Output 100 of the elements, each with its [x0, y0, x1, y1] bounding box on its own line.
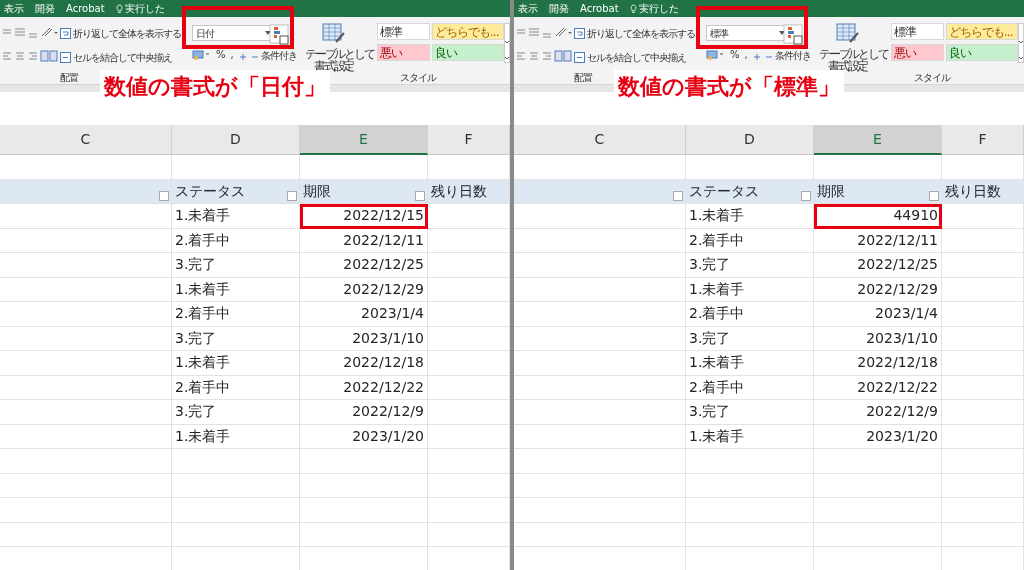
lightbulb-icon[interactable] [115, 3, 123, 14]
filter-button[interactable] [415, 191, 425, 201]
table-cell: 2022/12/29 [300, 277, 428, 302]
table-cell: 1.未着手 [686, 204, 814, 229]
table-cell: 1.未着手 [172, 424, 300, 449]
table-cell: 2022/12/25 [814, 253, 942, 278]
table-cell: 1.未着手 [686, 424, 814, 449]
conditional-format-icon[interactable] [268, 23, 290, 45]
table-cell: 2023/1/20 [814, 424, 942, 449]
number-format-dropdown[interactable]: 日付 [192, 25, 272, 41]
column-header[interactable]: E [300, 125, 428, 155]
orientation-icon[interactable] [554, 26, 572, 38]
merge-label[interactable]: セルを結合して中央揃え [73, 50, 172, 65]
percent-style-button[interactable]: % [730, 47, 739, 62]
column-header[interactable]: E [814, 125, 942, 155]
percent-style-button[interactable]: % [216, 47, 225, 62]
scroll-arrows-icon[interactable] [1018, 23, 1024, 63]
table-cell: 1.未着手 [172, 277, 300, 302]
merge-label[interactable]: セルを結合して中央揃え [587, 50, 686, 65]
indent-icon[interactable] [40, 50, 58, 62]
column-header[interactable]: D [172, 125, 300, 155]
menu-tab[interactable]: Acrobat [66, 1, 105, 16]
conditional-format-label[interactable]: 条件付き [775, 48, 811, 63]
table-cell: 3.完了 [686, 253, 814, 278]
table-cell: 2022/12/18 [814, 351, 942, 376]
indent-icon[interactable] [554, 50, 572, 62]
table-header: ステータス [175, 181, 245, 201]
conditional-format-icon[interactable] [782, 23, 804, 45]
table-cell: 2022/12/29 [814, 277, 942, 302]
merge-cells-icon[interactable] [574, 52, 585, 63]
table-cell: 3.完了 [172, 400, 300, 425]
conditional-format-label[interactable]: 条件付き [261, 48, 297, 63]
table-cell: 2022/12/18 [300, 351, 428, 376]
table-cell: 2022/12/11 [814, 228, 942, 253]
cell-style-option[interactable]: どちらでも... [432, 23, 504, 40]
table-cell: 2022/12/9 [814, 400, 942, 425]
orientation-icon[interactable] [40, 26, 58, 38]
column-header[interactable]: C [0, 125, 172, 155]
table-cell: 2022/12/15 [300, 204, 428, 229]
scroll-arrows-icon[interactable] [504, 23, 510, 63]
comma-style-button[interactable]: , [230, 47, 233, 62]
cell-style-option[interactable]: 良い [946, 44, 1018, 61]
filter-button[interactable] [287, 191, 297, 201]
wrap-text-icon[interactable] [574, 28, 585, 39]
menu-tab[interactable]: 開発 [549, 1, 569, 16]
table-cell: 2.着手中 [172, 302, 300, 327]
column-header[interactable]: D [686, 125, 814, 155]
table-cell: 3.完了 [686, 400, 814, 425]
table-cell: 2022/12/9 [300, 400, 428, 425]
wrap-text-icon[interactable] [60, 28, 71, 39]
table-cell: 2023/1/4 [814, 302, 942, 327]
ribbon-group-label: スタイル [914, 71, 950, 85]
lightbulb-icon[interactable] [629, 3, 637, 14]
menu-tab[interactable]: 開発 [35, 1, 55, 16]
table-cell: 2.着手中 [172, 228, 300, 253]
merge-cells-icon[interactable] [60, 52, 71, 63]
comma-style-button[interactable]: , [744, 47, 747, 62]
table-cell: 2022/12/25 [300, 253, 428, 278]
search-hint[interactable]: 実行した [124, 1, 165, 16]
cell-style-option[interactable]: 良い [432, 44, 504, 61]
cell-style-option[interactable]: どちらでも... [946, 23, 1018, 40]
filter-button[interactable] [673, 191, 683, 201]
table-cell: 1.未着手 [686, 351, 814, 376]
currency-icon[interactable] [192, 49, 210, 60]
menu-tab[interactable]: 表示 [518, 1, 538, 16]
table-header: 期限 [303, 181, 331, 201]
column-header[interactable]: C [514, 125, 686, 155]
filter-button[interactable] [801, 191, 811, 201]
wrap-text-label[interactable]: 折り返して全体を表示する [73, 26, 181, 41]
cell-style-option[interactable]: 悪い [891, 44, 944, 61]
filter-button[interactable] [929, 191, 939, 201]
currency-icon[interactable] [706, 49, 724, 60]
table-cell: 2.着手中 [686, 302, 814, 327]
table-cell: 2.着手中 [172, 375, 300, 400]
wrap-text-label[interactable]: 折り返して全体を表示する [587, 26, 695, 41]
filter-button[interactable] [159, 191, 169, 201]
cell-style-option[interactable]: 標準 [377, 23, 430, 40]
number-format-dropdown[interactable]: 標準 [706, 25, 786, 41]
cell-style-option[interactable]: 標準 [891, 23, 944, 40]
ribbon-group-label: 配置 [60, 71, 78, 85]
table-cell: 44910 [814, 204, 942, 229]
table-header: ステータス [689, 181, 759, 201]
table-format-icon[interactable] [322, 22, 346, 44]
ribbon-group-label: スタイル [400, 71, 436, 85]
table-cell: 2023/1/4 [300, 302, 428, 327]
column-header[interactable]: F [428, 125, 510, 155]
column-header[interactable]: F [942, 125, 1024, 155]
table-cell: 2.着手中 [686, 375, 814, 400]
table-cell: 2022/12/11 [300, 228, 428, 253]
table-cell: 1.未着手 [686, 277, 814, 302]
table-format-icon[interactable] [836, 22, 860, 44]
cell-style-option[interactable]: 悪い [377, 44, 430, 61]
table-cell: 1.未着手 [172, 204, 300, 229]
menu-tab[interactable]: 表示 [4, 1, 24, 16]
search-hint[interactable]: 実行した [638, 1, 679, 16]
table-cell: 3.完了 [172, 253, 300, 278]
table-header: 期限 [817, 181, 845, 201]
ribbon-group-label: 配置 [574, 71, 592, 85]
table-header: 残り日数 [431, 181, 487, 201]
menu-tab[interactable]: Acrobat [580, 1, 619, 16]
